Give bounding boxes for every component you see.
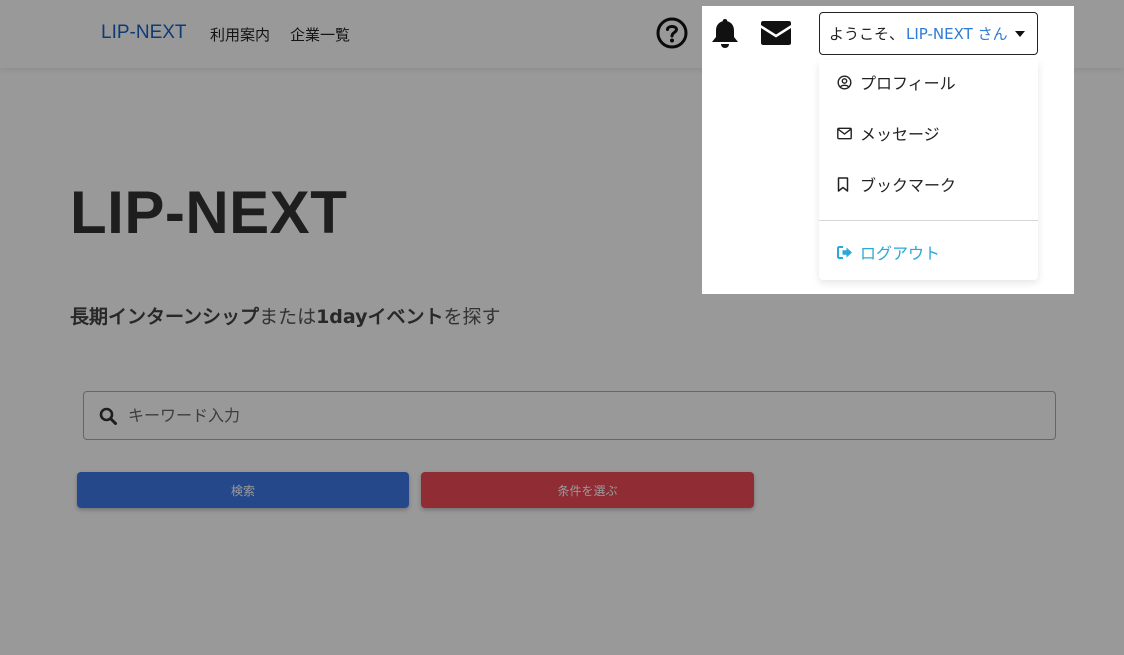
menu-item-messages[interactable]: メッセージ bbox=[837, 121, 940, 145]
sign-out-icon bbox=[837, 245, 853, 259]
menu-item-label: プロフィール bbox=[860, 74, 956, 93]
greeting-text: ようこそ、 bbox=[829, 25, 905, 43]
bookmark-icon bbox=[837, 176, 853, 192]
menu-item-logout[interactable]: ログアウト bbox=[837, 240, 940, 264]
bell-icon[interactable] bbox=[708, 16, 742, 50]
user-circle-icon bbox=[837, 74, 853, 90]
username-text: LIP-NEXT さん bbox=[906, 25, 1008, 43]
menu-item-bookmarks[interactable]: ブックマーク bbox=[837, 172, 956, 196]
user-menu-toggle[interactable]: ようこそ、 LIP-NEXT さん bbox=[819, 12, 1038, 55]
menu-item-label: ブックマーク bbox=[860, 176, 957, 195]
dropdown-divider bbox=[819, 220, 1038, 221]
envelope-outline-icon bbox=[837, 127, 853, 140]
page: LIP-NEXT 利用案内 企業一覧 LIP-NEXT 長期インターンシップまた bbox=[0, 0, 1124, 655]
caret-down-icon bbox=[1014, 30, 1025, 37]
user-dropdown-menu: プロフィール メッセージ ブックマーク ログアウト bbox=[819, 60, 1038, 280]
menu-item-profile[interactable]: プロフィール bbox=[837, 70, 956, 94]
envelope-icon[interactable] bbox=[759, 16, 793, 50]
menu-item-label: ログアウト bbox=[860, 244, 941, 263]
menu-item-label: メッセージ bbox=[860, 125, 940, 144]
highlight-region: ようこそ、 LIP-NEXT さん プロフィール メッセージ ブックマーク ログ… bbox=[702, 6, 1074, 294]
